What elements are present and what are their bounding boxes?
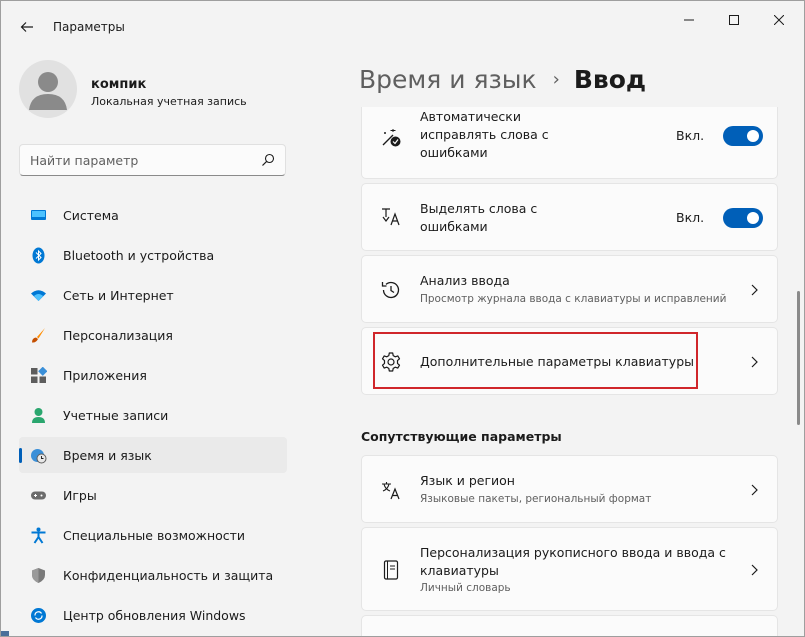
apps-icon (31, 367, 47, 383)
shield-icon (32, 568, 45, 583)
user-avatar-icon (29, 72, 67, 110)
highlight-title: Выделять слова с ошибками (420, 201, 538, 234)
sidebar-item-label: Игры (63, 488, 97, 503)
language-region-card[interactable]: Язык и регион Языковые пакеты, региональ… (361, 455, 778, 523)
gear-icon (381, 352, 401, 372)
sidebar-item-windows-update[interactable]: Центр обновления Windows (19, 597, 287, 633)
scrollbar[interactable] (797, 291, 800, 425)
chevron-right-icon (751, 284, 758, 296)
next-card[interactable] (361, 615, 778, 636)
pen-input-subtitle: Личный словарь (420, 582, 511, 594)
page-title: Ввод (573, 64, 647, 94)
settings-content: Автоматически исправлять слова с ошибкам… (361, 107, 781, 636)
minimize-button[interactable] (667, 9, 711, 31)
close-button[interactable] (757, 9, 801, 31)
update-icon (31, 608, 46, 623)
autocorrect-card: Автоматически исправлять слова с ошибкам… (361, 107, 778, 179)
sidebar-item-label: Центр обновления Windows (63, 608, 246, 623)
language-icon (382, 482, 400, 500)
settings-window: Параметры компик Локальная учетная запис… (0, 0, 805, 637)
time-language-icon (31, 449, 47, 464)
toggle-state-label: Вкл. (676, 210, 705, 225)
search-icon (262, 153, 275, 166)
toggle-knob (747, 130, 759, 142)
sidebar-item-network[interactable]: Сеть и Интернет (19, 277, 287, 313)
sidebar-item-privacy[interactable]: Конфиденциальность и защита (19, 557, 287, 593)
chevron-right-icon (751, 356, 758, 368)
gamepad-icon (31, 491, 46, 500)
chevron-right-icon (751, 564, 758, 576)
chevron-right-icon (751, 484, 758, 496)
autocorrect-icon (382, 129, 401, 147)
active-indicator (19, 448, 22, 463)
sidebar-item-apps[interactable]: Приложения (19, 357, 287, 393)
desktop-edge (1, 631, 9, 636)
sidebar-item-label: Персонализация (63, 328, 173, 343)
typing-insights-subtitle: Просмотр журнала ввода с клавиатуры и ис… (420, 293, 727, 305)
window-title: Параметры (53, 20, 125, 34)
highlight-misspelled-card: Выделять слова с ошибками Вкл. (361, 183, 778, 251)
language-region-subtitle: Языковые пакеты, региональный формат (420, 493, 652, 505)
maximize-icon (729, 15, 739, 25)
sidebar-item-system[interactable]: Система (19, 197, 287, 233)
advanced-keyboard-title: Дополнительные параметры клавиатуры (420, 354, 694, 369)
autocorrect-title: Автоматически исправлять слова с ошибкам… (420, 109, 549, 160)
minimize-icon (684, 19, 694, 21)
title-bar: Параметры (1, 1, 804, 53)
search-box[interactable] (19, 144, 286, 176)
sidebar-item-label: Приложения (63, 368, 147, 383)
advanced-keyboard-card[interactable]: Дополнительные параметры клавиатуры (361, 327, 778, 395)
sidebar-item-label: Bluetooth и устройства (63, 248, 215, 263)
typing-insights-card[interactable]: Анализ ввода Просмотр журнала ввода с кл… (361, 255, 778, 323)
sidebar-item-accounts[interactable]: Учетные записи (19, 397, 287, 433)
sidebar-item-gaming[interactable]: Игры (19, 477, 287, 513)
sidebar-item-label: Конфиденциальность и защита (63, 568, 274, 583)
breadcrumb-separator: › (552, 68, 560, 90)
maximize-button[interactable] (712, 9, 756, 31)
sidebar-item-personalization[interactable]: Персонализация (19, 317, 287, 353)
sidebar-item-label: Специальные возможности (63, 528, 246, 543)
back-button[interactable] (13, 15, 41, 39)
brush-icon (32, 328, 45, 343)
accessibility-icon (31, 527, 46, 544)
toggle-knob (747, 212, 759, 224)
history-icon (381, 281, 400, 299)
user-name: компик (91, 77, 147, 92)
pen-input-title: Персонализация рукописного ввода и ввода… (420, 545, 726, 578)
sidebar-item-accessibility[interactable]: Специальные возможности (19, 517, 287, 553)
sidebar-item-label: Сеть и Интернет (63, 288, 174, 303)
toggle-state-label: Вкл. (676, 128, 705, 143)
close-icon (774, 15, 784, 25)
wifi-icon (31, 290, 46, 301)
sidebar-item-bluetooth[interactable]: Bluetooth и устройства (19, 237, 287, 273)
highlight-toggle[interactable] (723, 208, 763, 228)
sidebar-item-label: Время и язык (63, 448, 152, 463)
breadcrumb-parent[interactable]: Время и язык (359, 65, 537, 94)
breadcrumb: Время и язык › Ввод (359, 61, 646, 97)
sidebar-item-time-language[interactable]: Время и язык (19, 437, 287, 473)
bluetooth-icon (32, 247, 45, 264)
highlight-text-icon (382, 208, 400, 226)
sidebar-nav: Система Bluetooth и устройства Сеть и Ин… (19, 197, 287, 636)
system-icon (31, 210, 46, 220)
pen-input-card[interactable]: Персонализация рукописного ввода и ввода… (361, 527, 778, 611)
avatar (19, 60, 77, 118)
autocorrect-toggle[interactable] (723, 126, 763, 146)
back-arrow-icon (20, 22, 33, 32)
typing-insights-title: Анализ ввода (420, 273, 510, 288)
account-type: Локальная учетная запись (91, 95, 247, 108)
notebook-icon (383, 560, 399, 580)
search-input[interactable] (30, 145, 250, 175)
sidebar-item-label: Система (63, 208, 119, 223)
language-region-title: Язык и регион (420, 473, 515, 488)
related-settings-heading: Сопутствующие параметры (361, 429, 562, 444)
account-icon (32, 408, 45, 423)
sidebar-item-label: Учетные записи (63, 408, 169, 423)
